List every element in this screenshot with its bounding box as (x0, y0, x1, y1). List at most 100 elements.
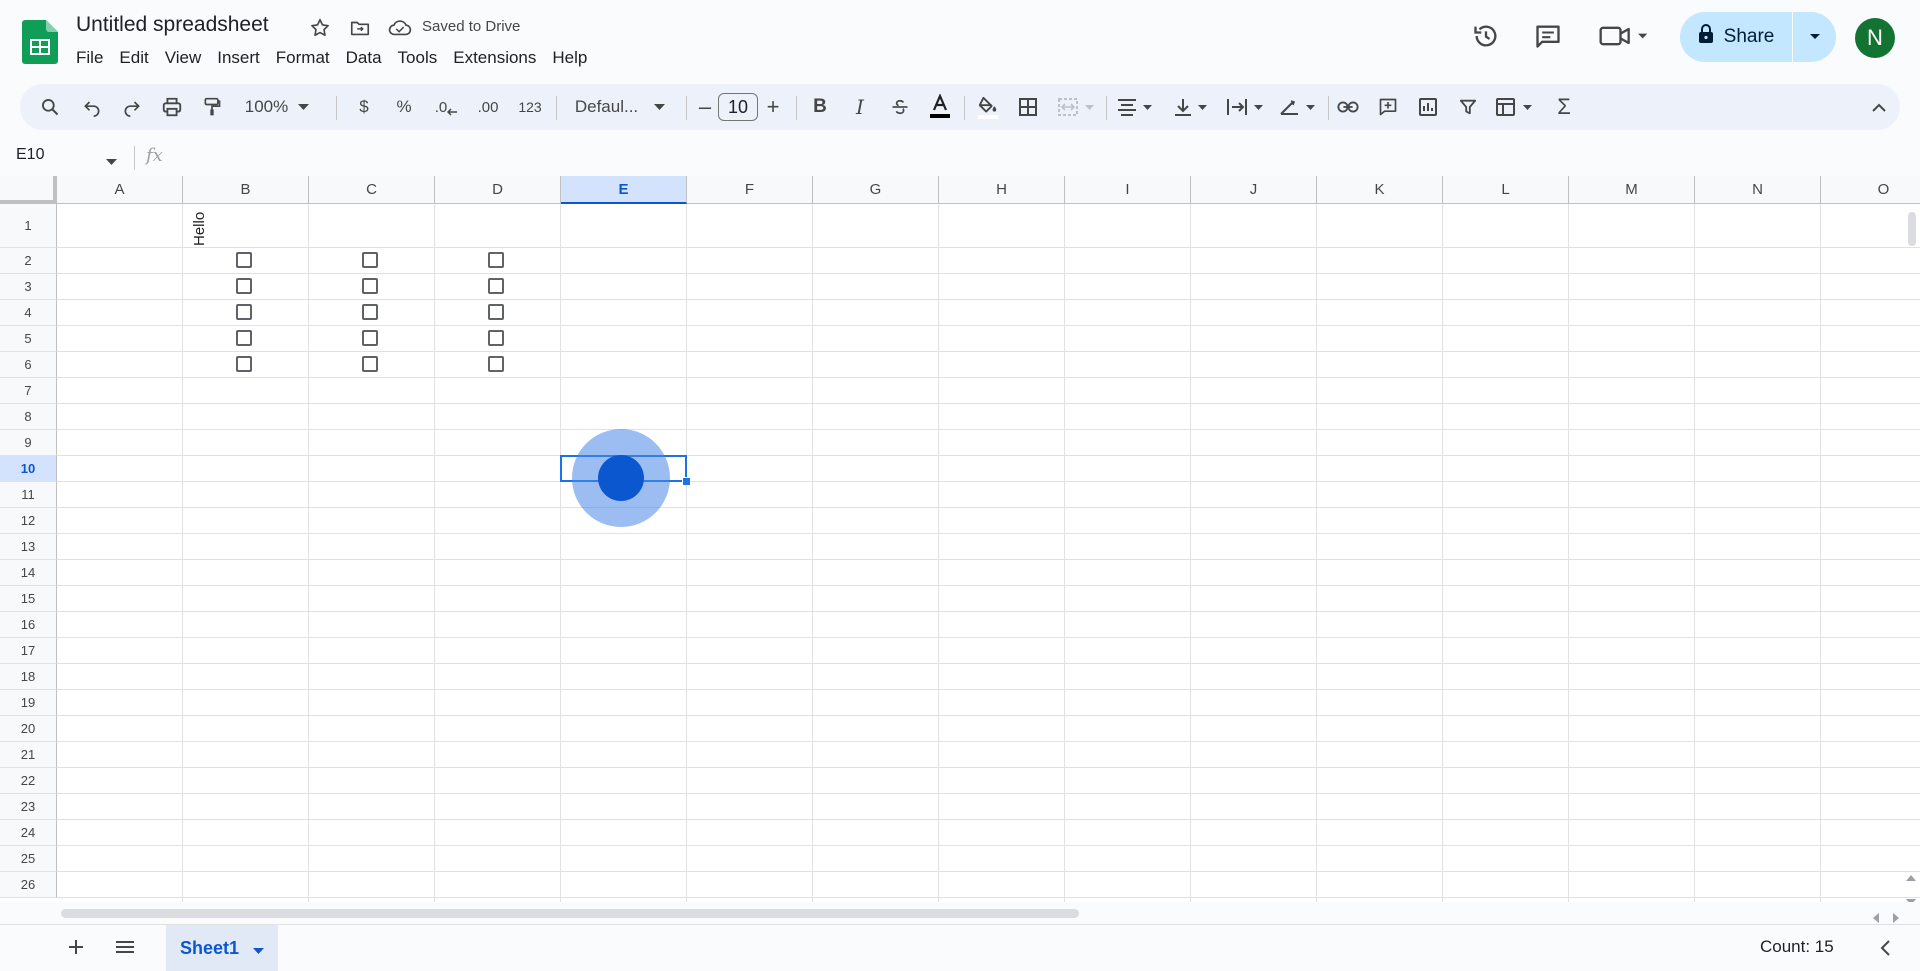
menu-file[interactable]: File (76, 46, 111, 70)
row-header-18[interactable]: 18 (0, 664, 57, 690)
decrease-decimal-button[interactable]: .0 (428, 91, 464, 123)
name-box-dropdown-icon[interactable] (106, 152, 117, 170)
selection-count[interactable]: Count: 15 (1760, 937, 1834, 957)
spreadsheet-grid[interactable]: ABCDEFGHIJKLMNO 1 2 3 4 5 6 7 8 9 10 11 12 13 14 15 16 1… (0, 176, 1920, 902)
zoom-select[interactable]: 100% (240, 91, 314, 123)
select-all-corner[interactable] (0, 176, 57, 204)
vertical-align-icon[interactable] (1170, 91, 1210, 123)
row-header-19[interactable]: 19 (0, 690, 57, 716)
checkbox-b6[interactable] (236, 356, 252, 372)
scroll-down-arrow-icon[interactable] (1906, 892, 1916, 902)
text-rotation-icon[interactable] (1274, 91, 1318, 123)
star-icon[interactable] (308, 16, 332, 40)
checkbox-d4[interactable] (488, 304, 504, 320)
checkbox-b3[interactable] (236, 278, 252, 294)
italic-icon[interactable]: I (844, 91, 876, 123)
column-header-j[interactable]: J (1191, 176, 1317, 204)
side-panel-toggle-icon[interactable] (1880, 940, 1890, 961)
checkbox-d2[interactable] (488, 252, 504, 268)
column-header-g[interactable]: G (813, 176, 939, 204)
fill-color-icon[interactable] (972, 91, 1004, 123)
strikethrough-icon[interactable] (884, 91, 916, 123)
column-header-n[interactable]: N (1695, 176, 1821, 204)
row-header-1[interactable]: 1 (0, 204, 57, 248)
column-header-a[interactable]: A (57, 176, 183, 204)
menu-help[interactable]: Help (544, 46, 595, 70)
font-size-field[interactable]: 10 (714, 91, 762, 123)
fill-handle[interactable] (682, 477, 691, 486)
column-header-m[interactable]: M (1569, 176, 1695, 204)
menu-data[interactable]: Data (338, 46, 390, 70)
column-header-e[interactable]: E (561, 176, 687, 204)
row-header-25[interactable]: 25 (0, 846, 57, 872)
sheets-logo-icon[interactable] (22, 20, 58, 64)
undo-icon[interactable] (76, 91, 108, 123)
insert-link-icon[interactable] (1332, 91, 1364, 123)
row-header-22[interactable]: 22 (0, 768, 57, 794)
increase-decimal-button[interactable]: .00 (468, 91, 508, 123)
row-header-5[interactable]: 5 (0, 326, 57, 352)
row-header-16[interactable]: 16 (0, 612, 57, 638)
print-icon[interactable] (156, 91, 188, 123)
row-header-3[interactable]: 3 (0, 274, 57, 300)
filter-views-icon[interactable] (1490, 91, 1536, 123)
format-percent-button[interactable]: % (390, 91, 418, 123)
comments-icon[interactable] (1530, 18, 1566, 54)
menu-insert[interactable]: Insert (209, 46, 268, 70)
insert-comment-icon[interactable] (1372, 91, 1404, 123)
checkbox-c6[interactable] (362, 356, 378, 372)
checkbox-c3[interactable] (362, 278, 378, 294)
row-header-9[interactable]: 9 (0, 430, 57, 456)
collapse-toolbar-icon[interactable] (1866, 91, 1892, 123)
column-header-b[interactable]: B (183, 176, 309, 204)
vertical-scrollbar-thumb[interactable] (1908, 212, 1916, 246)
redo-icon[interactable] (116, 91, 148, 123)
row-header-2[interactable]: 2 (0, 248, 57, 274)
row-header-10[interactable]: 10 (0, 456, 57, 482)
paint-format-icon[interactable] (196, 91, 228, 123)
checkbox-c5[interactable] (362, 330, 378, 346)
checkbox-b2[interactable] (236, 252, 252, 268)
column-header-d[interactable]: D (435, 176, 561, 204)
column-header-c[interactable]: C (309, 176, 435, 204)
move-folder-icon[interactable] (348, 16, 372, 40)
row-header-21[interactable]: 21 (0, 742, 57, 768)
column-header-o[interactable]: O (1821, 176, 1920, 204)
menu-tools[interactable]: Tools (390, 46, 446, 70)
checkbox-d6[interactable] (488, 356, 504, 372)
checkbox-d3[interactable] (488, 278, 504, 294)
menu-format[interactable]: Format (268, 46, 338, 70)
document-title[interactable]: Untitled spreadsheet (76, 13, 269, 37)
row-header-11[interactable]: 11 (0, 482, 57, 508)
format-currency-button[interactable]: $ (350, 91, 378, 123)
row-header-8[interactable]: 8 (0, 404, 57, 430)
horizontal-align-icon[interactable] (1114, 91, 1154, 123)
column-header-l[interactable]: L (1443, 176, 1569, 204)
functions-icon[interactable]: Σ (1548, 91, 1580, 123)
row-header-15[interactable]: 15 (0, 586, 57, 612)
row-header-26[interactable]: 26 (0, 872, 57, 898)
row-header-14[interactable]: 14 (0, 560, 57, 586)
bold-icon[interactable]: B (804, 91, 836, 123)
row-header-23[interactable]: 23 (0, 794, 57, 820)
text-wrapping-icon[interactable] (1222, 91, 1266, 123)
checkbox-b5[interactable] (236, 330, 252, 346)
column-header-k[interactable]: K (1317, 176, 1443, 204)
row-header-17[interactable]: 17 (0, 638, 57, 664)
text-color-icon[interactable] (924, 91, 956, 123)
row-header-4[interactable]: 4 (0, 300, 57, 326)
checkbox-d5[interactable] (488, 330, 504, 346)
row-header-6[interactable]: 6 (0, 352, 57, 378)
search-menus-icon[interactable] (34, 91, 66, 123)
checkbox-c2[interactable] (362, 252, 378, 268)
menu-extensions[interactable]: Extensions (445, 46, 544, 70)
row-header-24[interactable]: 24 (0, 820, 57, 846)
column-header-f[interactable]: F (687, 176, 813, 204)
menu-edit[interactable]: Edit (111, 46, 156, 70)
borders-icon[interactable] (1012, 91, 1044, 123)
insert-chart-icon[interactable] (1412, 91, 1444, 123)
sheet-tab-sheet1[interactable]: Sheet1 (166, 925, 278, 971)
share-button[interactable]: Share (1680, 12, 1836, 62)
user-avatar[interactable]: N (1855, 18, 1895, 58)
all-sheets-icon[interactable] (114, 937, 136, 962)
